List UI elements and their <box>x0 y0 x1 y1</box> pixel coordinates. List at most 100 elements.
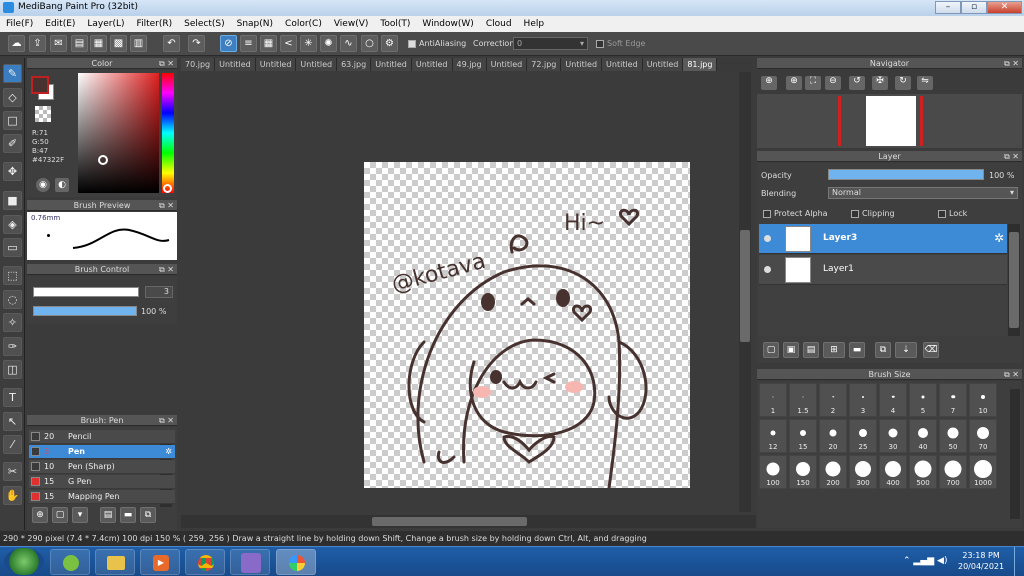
tab-untitled-9[interactable]: Untitled <box>642 58 684 71</box>
duplicate-layer-icon[interactable]: ⧉ <box>875 342 891 358</box>
correction-select[interactable]: 0 ▾ <box>513 37 588 50</box>
taskbar-chrome[interactable] <box>185 549 225 575</box>
minimize-button[interactable]: – <box>935 1 961 14</box>
tab-72[interactable]: 72.jpg <box>527 58 562 71</box>
dot-tool-icon[interactable]: ✐ <box>3 134 22 153</box>
tab-untitled-3[interactable]: Untitled <box>296 58 338 71</box>
brush-item-pen-sharp[interactable]: 10 Pen (Sharp) <box>29 460 175 474</box>
brush-size-option[interactable]: 15 <box>789 419 817 453</box>
snap-curve-icon[interactable]: ∿ <box>340 35 357 52</box>
divide-tool-icon[interactable]: ✂ <box>3 462 22 481</box>
menu-view[interactable]: View(V) <box>328 19 375 29</box>
brush-size-value[interactable]: 3 <box>145 286 173 298</box>
snap-parallel-icon[interactable]: ≡ <box>240 35 257 52</box>
menu-cloud[interactable]: Cloud <box>480 19 518 29</box>
brush-size-slider[interactable] <box>33 287 139 297</box>
redo-icon[interactable]: ↷ <box>188 35 205 52</box>
menu-window[interactable]: Window(W) <box>416 19 479 29</box>
brush-size-option[interactable]: 1.5 <box>789 383 817 417</box>
brush-size-option[interactable]: 12 <box>759 419 787 453</box>
operation-tool-icon[interactable]: ↖ <box>3 412 22 431</box>
tab-49[interactable]: 49.jpg <box>452 58 487 71</box>
layer-list-scrollbar[interactable] <box>1008 224 1020 336</box>
brush-doc-icon[interactable]: ▤ <box>100 507 116 523</box>
transparent-swatch[interactable] <box>35 106 51 122</box>
brush-size-option[interactable]: 50 <box>939 419 967 453</box>
menu-layer[interactable]: Layer(L) <box>81 19 130 29</box>
panel-controls-icon[interactable]: ⧉ ✕ <box>1004 369 1019 380</box>
zoom-plus-icon[interactable]: ⊕ <box>786 76 802 90</box>
brush-size-option[interactable]: 200 <box>819 455 847 489</box>
clock[interactable]: 23:18 PM 20/04/2021 <box>958 550 1004 572</box>
message-icon[interactable]: ▤ <box>71 35 88 52</box>
brush-copy-icon[interactable]: ⧉ <box>140 507 156 523</box>
fill-rect-tool-icon[interactable]: ■ <box>3 191 22 210</box>
panel-controls-icon[interactable]: ⧉ ✕ <box>159 200 174 211</box>
brush-size-option[interactable]: 5 <box>909 383 937 417</box>
rotate-right-icon[interactable]: ↻ <box>895 76 911 90</box>
reset-view-icon[interactable]: ✠ <box>872 76 888 90</box>
new-layer-8bit-icon[interactable]: ▤ <box>803 342 819 358</box>
tray-icons[interactable]: ⌃ ▂▄▆ ◀) <box>903 556 947 566</box>
brush-size-option[interactable]: 100 <box>759 455 787 489</box>
bucket-tool-icon[interactable]: ◈ <box>3 215 22 234</box>
layer-row-layer1[interactable]: Layer1 <box>759 255 1007 285</box>
new-brush-icon[interactable]: ▢ <box>52 507 68 523</box>
soft-edge-checkbox[interactable] <box>596 39 604 48</box>
tab-untitled-6[interactable]: Untitled <box>486 58 528 71</box>
clipping-option[interactable]: Clipping <box>851 209 895 218</box>
brush-item-mapping-pen[interactable]: 15 Mapping Pen <box>29 490 175 504</box>
taskbar-explorer[interactable] <box>95 549 135 575</box>
brush-size-option[interactable]: 10 <box>969 383 997 417</box>
show-desktop-button[interactable] <box>1014 547 1024 576</box>
brush-size-option[interactable]: 2 <box>819 383 847 417</box>
panel-controls-icon[interactable]: ⧉ ✕ <box>159 58 174 69</box>
brush-size-option[interactable]: 25 <box>849 419 877 453</box>
eyedropper-tool-icon[interactable]: ⁄ <box>3 435 22 454</box>
trash-icon[interactable]: ⌫ <box>923 342 939 358</box>
magic-wand-tool-icon[interactable]: ✧ <box>3 313 22 332</box>
panel-controls-icon[interactable]: ⧉ ✕ <box>159 415 174 426</box>
folder-icon[interactable]: ▬ <box>849 342 865 358</box>
brush-size-option[interactable]: 700 <box>939 455 967 489</box>
merge-layer-icon[interactable]: ⇣ <box>895 342 917 358</box>
vertical-scroll-thumb[interactable] <box>740 230 750 342</box>
hue-slider[interactable] <box>162 73 174 193</box>
tab-untitled-7[interactable]: Untitled <box>561 58 603 71</box>
layer-row-layer3[interactable]: Layer3 ✲ <box>759 224 1007 254</box>
menu-file[interactable]: File(F) <box>0 19 39 29</box>
panel-controls-icon[interactable]: ⧉ ✕ <box>1004 58 1019 69</box>
horizontal-scrollbar[interactable] <box>181 515 756 528</box>
eraser-tool-icon[interactable]: ◇ <box>3 88 22 107</box>
snap-off-icon[interactable]: ⊘ <box>220 35 237 52</box>
text-tool-icon[interactable]: T <box>3 388 22 407</box>
palette-icon[interactable]: ◉ <box>36 178 50 192</box>
brush-size-option[interactable]: 400 <box>879 455 907 489</box>
layer-opacity-slider[interactable] <box>828 169 984 180</box>
rotate-left-icon[interactable]: ↺ <box>849 76 865 90</box>
move-tool-icon[interactable]: ✥ <box>3 162 22 181</box>
lasso-tool-icon[interactable]: ◌ <box>3 290 22 309</box>
horizontal-scroll-thumb[interactable] <box>372 517 527 526</box>
tab-untitled-5[interactable]: Untitled <box>411 58 453 71</box>
new-layer-color-icon[interactable]: ▣ <box>783 342 799 358</box>
brush-size-option[interactable]: 30 <box>879 419 907 453</box>
brush-item-pencil[interactable]: 20 Pencil <box>29 430 175 444</box>
brush-size-option[interactable]: 20 <box>819 419 847 453</box>
navigator-preview[interactable] <box>757 94 1022 148</box>
taskbar-character-app[interactable] <box>230 549 270 575</box>
start-button[interactable] <box>4 548 44 575</box>
color-settings-icon[interactable]: ◐ <box>55 178 69 192</box>
snap-circle-icon[interactable]: ○ <box>361 35 378 52</box>
layer-settings-gear-icon[interactable]: ✲ <box>994 231 1004 245</box>
taskbar-medibang[interactable] <box>276 549 316 575</box>
select-pen-tool-icon[interactable]: ✑ <box>3 337 22 356</box>
brush-menu-icon[interactable]: ▾ <box>72 507 88 523</box>
brush-size-option[interactable]: 1000 <box>969 455 997 489</box>
protect-alpha-option[interactable]: Protect Alpha <box>763 209 828 218</box>
foreground-color-swatch[interactable] <box>31 76 49 94</box>
flip-icon[interactable]: ⇋ <box>917 76 933 90</box>
menu-filter[interactable]: Filter(R) <box>131 19 179 29</box>
snap-settings-icon[interactable]: ⚙ <box>381 35 398 52</box>
brush-tool-icon[interactable]: ✎ <box>3 64 22 83</box>
